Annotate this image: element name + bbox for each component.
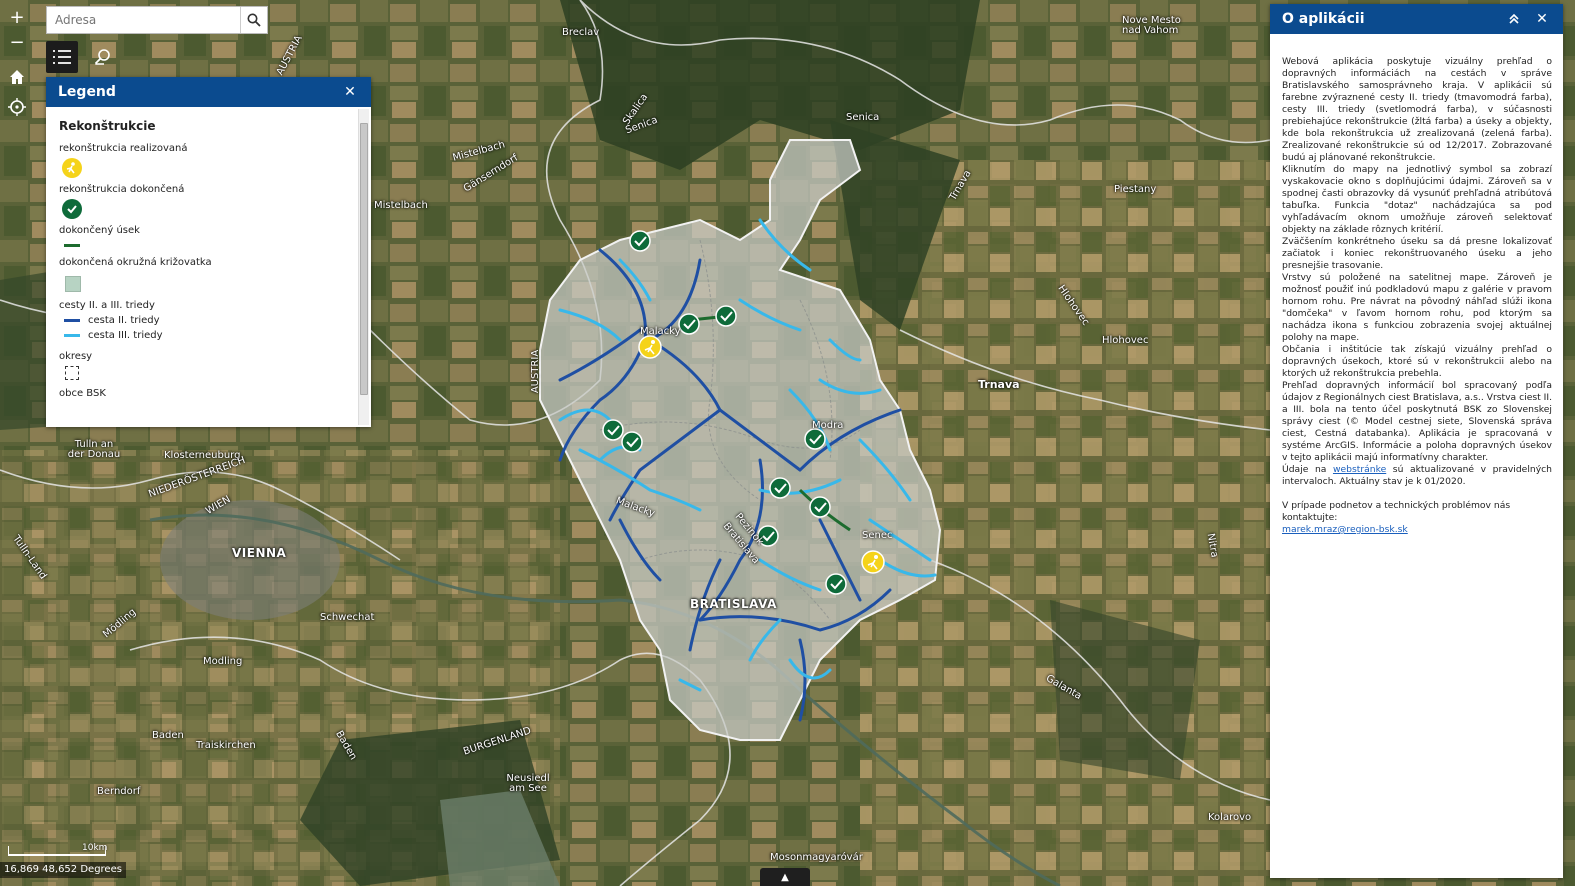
district-boundary-symbol: [65, 366, 79, 380]
coordinate-readout: 16,869 48,652 Degrees: [0, 862, 126, 878]
completed-marker[interactable]: [602, 419, 624, 441]
query-icon: [95, 49, 110, 65]
close-icon: ✕: [1536, 11, 1548, 27]
map-label: Tulln an der Donau: [67, 439, 121, 460]
close-icon: ✕: [344, 84, 356, 100]
legend-item-label: obce BSK: [59, 388, 106, 399]
search-icon: [247, 13, 261, 27]
map-label: Modra: [812, 420, 844, 431]
completed-marker[interactable]: [629, 230, 651, 252]
map-label: VIENNA: [232, 546, 287, 560]
map-label: BRATISLAVA: [690, 597, 777, 611]
legend-subitem-label: cesta II. triedy: [88, 315, 160, 326]
map-label: Mosonmagyaróvár: [770, 852, 863, 863]
about-header: O aplikácii ✕: [1270, 4, 1563, 34]
completed-marker[interactable]: [715, 305, 737, 327]
map-label: Berndorf: [97, 786, 141, 797]
about-paragraph: Vrstvy sú položené na satelitnej mape. Z…: [1282, 272, 1552, 343]
zoom-in-button[interactable]: +: [4, 4, 30, 30]
about-collapse-button[interactable]: [1505, 10, 1523, 28]
about-close-button[interactable]: ✕: [1533, 10, 1551, 28]
completed-marker[interactable]: [678, 313, 700, 335]
chevron-up-icon: ▲: [781, 871, 789, 883]
scrollbar-thumb[interactable]: [360, 123, 368, 395]
attribute-table-toggle[interactable]: ▲: [760, 868, 810, 886]
search-input[interactable]: [47, 7, 240, 33]
search-button[interactable]: [240, 7, 267, 33]
scale-label: 10km: [82, 843, 108, 853]
roundabout-symbol: [65, 276, 81, 292]
locate-icon: [8, 98, 26, 116]
legend-item-label: rekonštrukcia realizovaná: [59, 143, 188, 154]
legend-item-label: rekonštrukcia dokončená: [59, 184, 185, 195]
website-link[interactable]: webstránke: [1333, 464, 1386, 475]
map-label: Breclav: [562, 27, 600, 38]
map-label: Mistelbach: [374, 200, 428, 211]
completed-marker[interactable]: [621, 431, 643, 453]
about-paragraph: Kliknutím do mapy na jednotlivý symbol s…: [1282, 164, 1552, 235]
map-label: Kolarovo: [1208, 812, 1252, 823]
legend-item-label: cesty II. a III. triedy: [59, 300, 155, 311]
green-line-symbol: [64, 244, 80, 247]
about-paragraph: Prehľad dopravných informácií bol spraco…: [1282, 380, 1552, 463]
legend-header: Legend ✕: [46, 77, 371, 107]
legend-item-label: dokončený úsek: [59, 225, 140, 236]
search-box: [46, 6, 268, 34]
map-label: AUSTRIA: [530, 349, 542, 394]
legend-widget-button[interactable]: [46, 41, 78, 73]
map-label: Neusiedl am See: [506, 773, 550, 794]
contact-text: V prípade podnetov a technických problém…: [1282, 500, 1511, 523]
home-button[interactable]: [4, 64, 30, 90]
map-label: Piestany: [1114, 184, 1157, 195]
light-blue-line-symbol: [64, 334, 80, 337]
legend-body: Rekonštrukcie rekonštrukcia realizovaná …: [46, 107, 357, 427]
check-icon: [62, 199, 82, 219]
minus-icon: −: [9, 31, 25, 53]
map-label: Hlohovec: [1102, 335, 1149, 346]
update-prefix: Údaje na: [1282, 464, 1327, 475]
completed-marker[interactable]: [769, 477, 791, 499]
contact-email-link[interactable]: marek.mraz@region-bsk.sk: [1282, 524, 1408, 535]
zoom-out-button[interactable]: −: [4, 29, 30, 55]
legend-close-button[interactable]: ✕: [341, 83, 359, 101]
map-label: Senec: [862, 530, 893, 541]
legend-scrollbar[interactable]: [358, 109, 369, 425]
completed-marker[interactable]: [804, 428, 826, 450]
map-label: Trnava: [978, 378, 1020, 391]
legend-layer-title: Rekonštrukcie: [59, 119, 156, 133]
map-label: Baden: [152, 730, 184, 741]
list-icon: [53, 50, 71, 64]
map-label: Traiskirchen: [196, 740, 256, 751]
chevron-up-icon: [1509, 13, 1519, 24]
about-panel: O aplikácii ✕ Webová aplikácia poskytuje…: [1270, 4, 1563, 878]
ongoing-marker[interactable]: [638, 335, 662, 359]
about-paragraph: Zväčšením konkrétneho úseku sa dá presne…: [1282, 236, 1552, 271]
locate-button[interactable]: [4, 94, 30, 120]
completed-marker[interactable]: [809, 496, 831, 518]
about-title: O aplikácii: [1282, 11, 1365, 27]
legend-panel: Legend ✕ Rekonštrukcie rekonštrukcia rea…: [46, 77, 371, 427]
plus-icon: +: [9, 6, 25, 28]
legend-subitem-label: cesta III. triedy: [88, 330, 163, 341]
ongoing-marker[interactable]: [861, 550, 885, 574]
completed-marker[interactable]: [825, 573, 847, 595]
legend-title: Legend: [58, 84, 116, 100]
worker-icon: [62, 158, 82, 178]
legend-item-label: okresy: [59, 351, 93, 362]
home-icon: [10, 70, 24, 84]
about-update-paragraph: Údaje na webstránke sú aktualizované v p…: [1282, 464, 1552, 488]
map-label: Nove Mesto nad Vahom: [1122, 15, 1181, 36]
dark-blue-line-symbol: [64, 319, 80, 322]
map-label: Schwechat: [320, 612, 375, 623]
about-paragraph: Občania i inštitúcie tak získajú vizuáln…: [1282, 344, 1552, 379]
map-label: Senica: [846, 112, 880, 123]
legend-subitem: cesta III. triedy: [64, 330, 344, 341]
query-widget-button[interactable]: [90, 44, 116, 70]
legend-item-label: dokončená okružná križovatka: [59, 257, 212, 268]
about-paragraph: Webová aplikácia poskytuje vizuálny preh…: [1282, 56, 1552, 163]
map-label: Modling: [203, 656, 243, 667]
map-label: Malacky: [640, 326, 681, 337]
legend-subitem: cesta II. triedy: [64, 315, 344, 326]
about-body: Webová aplikácia poskytuje vizuálny preh…: [1270, 34, 1563, 536]
